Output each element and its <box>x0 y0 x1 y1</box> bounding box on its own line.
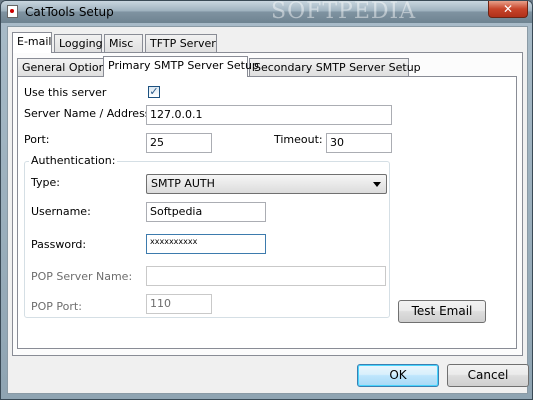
tab-general-options[interactable]: General Options <box>17 58 111 77</box>
cattools-setup-window: CatTools Setup SOFTPEDIA ✕ E-mail Loggin… <box>0 0 533 400</box>
auth-type-select[interactable]: SMTP AUTH <box>146 174 387 194</box>
password-label: Password: <box>31 238 87 251</box>
close-button[interactable]: ✕ <box>488 1 528 18</box>
cancel-button[interactable]: Cancel <box>447 364 529 387</box>
port-input[interactable]: 25 <box>146 133 212 153</box>
pop-server-input[interactable] <box>146 266 386 286</box>
softpedia-watermark: SOFTPEDIA <box>271 0 417 24</box>
auth-type-label: Type: <box>31 176 60 189</box>
username-input[interactable]: Softpedia <box>146 202 266 222</box>
tab-misc[interactable]: Misc <box>104 34 143 53</box>
tab-email[interactable]: E-mail <box>12 32 52 53</box>
test-email-button[interactable]: Test Email <box>398 300 486 323</box>
pop-port-input[interactable]: 110 <box>146 294 212 314</box>
window-title: CatTools Setup <box>25 5 114 19</box>
timeout-input[interactable]: 30 <box>326 133 392 153</box>
port-label: Port: <box>24 133 50 146</box>
check-icon: ✓ <box>149 85 159 98</box>
use-server-checkbox[interactable]: ✓ <box>148 86 160 98</box>
authentication-group: Authentication: Type: SMTP AUTH Username… <box>24 154 390 318</box>
tab-secondary-smtp[interactable]: Secondary SMTP Server Setup <box>249 58 421 77</box>
pop-server-label: POP Server Name: <box>31 270 133 283</box>
username-label: Username: <box>31 205 91 218</box>
dialog-client-area: E-mail Logging Misc TFTP Server General … <box>7 26 529 394</box>
app-icon <box>7 5 18 18</box>
tab-logging[interactable]: Logging <box>54 34 103 53</box>
chevron-down-icon <box>373 182 381 187</box>
auth-type-value: SMTP AUTH <box>151 177 215 190</box>
email-tab-panel: General Options Primary SMTP Server Setu… <box>12 52 523 356</box>
password-input[interactable]: xxxxxxxxxx <box>146 234 266 254</box>
authentication-group-label: Authentication: <box>29 154 118 167</box>
ok-button[interactable]: OK <box>357 364 439 387</box>
server-name-label: Server Name / Address: <box>24 107 155 120</box>
timeout-label: Timeout: <box>274 133 323 146</box>
use-server-label: Use this server <box>24 86 107 99</box>
pop-port-label: POP Port: <box>31 300 82 313</box>
primary-smtp-panel: Use this server ✓ Server Name / Address:… <box>17 76 517 349</box>
tab-tftp-server[interactable]: TFTP Server <box>145 34 217 53</box>
server-name-input[interactable]: 127.0.0.1 <box>146 105 392 125</box>
title-bar[interactable]: CatTools Setup SOFTPEDIA ✕ <box>1 0 532 24</box>
tab-primary-smtp[interactable]: Primary SMTP Server Setup <box>103 56 259 77</box>
close-icon: ✕ <box>502 2 514 16</box>
